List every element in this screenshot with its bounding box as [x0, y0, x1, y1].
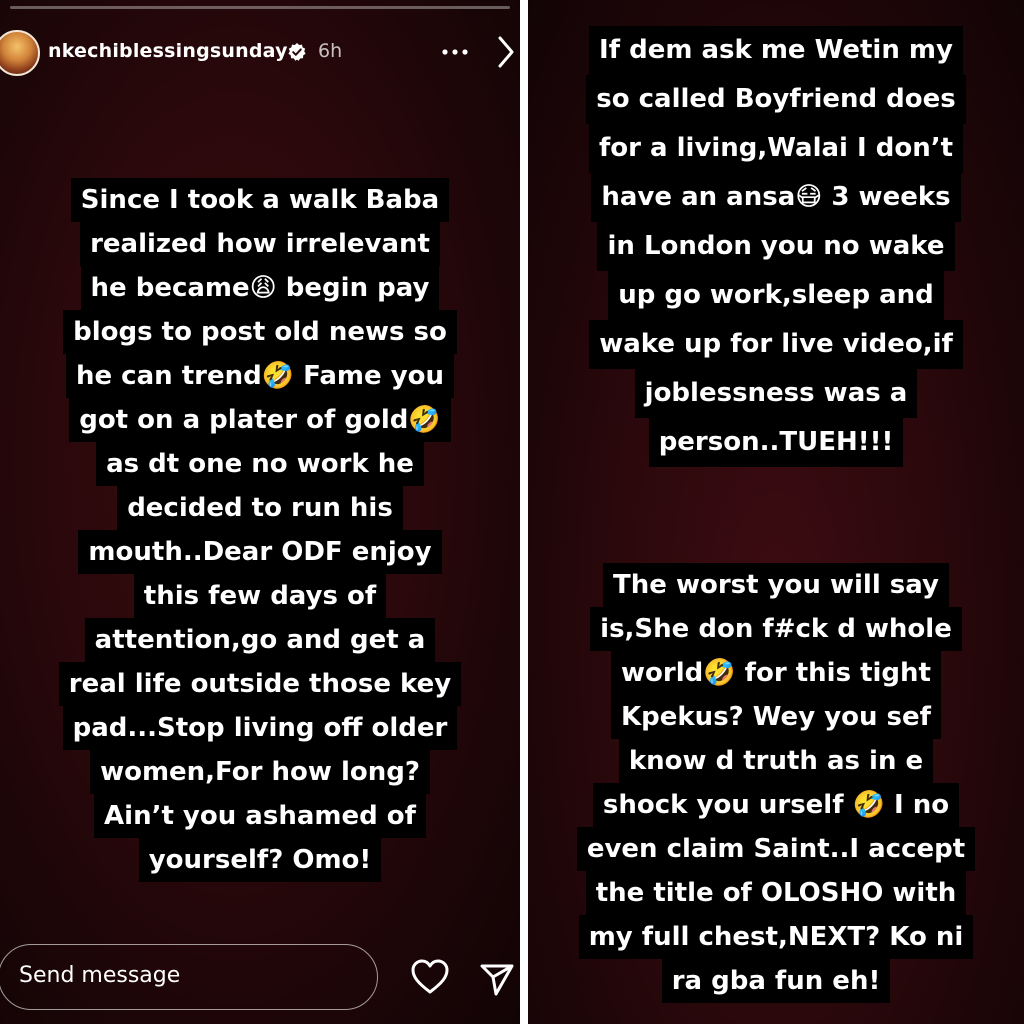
- story-caption: Since I took a walk Baba realized how irr…: [0, 178, 520, 882]
- send-message-placeholder: Send message: [19, 963, 181, 988]
- caption-line: women,For how long?: [90, 750, 430, 794]
- caption-line: for a living,Walai I don’t: [588, 124, 964, 173]
- caption-line: ra gba fun eh!: [661, 959, 891, 1003]
- caption-line: he can trend🤣 Fame you: [65, 354, 455, 398]
- story-caption-bottom: The worst you will say is,She don f#ck d …: [528, 563, 1024, 1003]
- chevron-right-icon[interactable]: [492, 34, 520, 70]
- verified-badge-icon: [288, 43, 306, 61]
- caption-line: got on a plater of gold🤣: [69, 398, 451, 442]
- caption-line: blogs to post old news so: [63, 310, 457, 354]
- caption-line: mouth..Dear ODF enjoy: [78, 530, 442, 574]
- caption-line: joblessness was a: [634, 369, 918, 418]
- caption-line: Kpekus? Wey you sef: [611, 695, 941, 739]
- caption-line: up go work,sleep and: [608, 271, 944, 320]
- caption-line: have an ansa😷 3 weeks: [591, 173, 961, 222]
- avatar[interactable]: [0, 30, 40, 76]
- caption-line: my full chest,NEXT? Ko ni: [578, 915, 974, 959]
- caption-line: so called Boyfriend does: [586, 75, 966, 124]
- caption-line: he became😩 begin pay: [80, 266, 440, 310]
- caption-line: attention,go and get a: [84, 618, 436, 662]
- caption-line: realized how irrelevant: [80, 222, 440, 266]
- story-caption-top: If dem ask me Wetin my so called Boyfrien…: [528, 26, 1024, 467]
- caption-line: Since I took a walk Baba: [70, 178, 450, 222]
- send-message-input[interactable]: Send message: [0, 944, 378, 1010]
- send-icon[interactable]: [476, 958, 516, 998]
- caption-line: decided to run his: [117, 486, 403, 530]
- caption-line: pad...Stop living off older: [62, 706, 458, 750]
- caption-line: is,She don f#ck d whole: [590, 607, 962, 651]
- caption-line: wake up for live video,if: [589, 320, 963, 369]
- caption-line: The worst you will say: [603, 563, 949, 607]
- more-options-icon[interactable]: [440, 42, 470, 62]
- heart-icon[interactable]: [410, 958, 450, 996]
- caption-line: even claim Saint..I accept: [576, 827, 976, 871]
- username[interactable]: nkechiblessingsunday: [48, 40, 288, 62]
- caption-line: real life outside those key: [58, 662, 462, 706]
- caption-line: this few days of: [133, 574, 387, 618]
- caption-line: shock you urself 🤣 I no: [592, 783, 960, 827]
- caption-line: yourself? Omo!: [138, 838, 382, 882]
- caption-line: the title of OLOSHO with: [585, 871, 967, 915]
- caption-line: know d truth as in e: [618, 739, 934, 783]
- post-time: 6h: [318, 40, 343, 62]
- caption-line: in London you no wake: [597, 222, 955, 271]
- caption-line: Ain’t you ashamed of: [94, 794, 426, 838]
- caption-line: If dem ask me Wetin my: [589, 26, 963, 75]
- caption-line: person..TUEH!!!: [648, 418, 904, 467]
- story-progress-bar: [10, 6, 510, 9]
- caption-line: as dt one no work he: [96, 442, 424, 486]
- caption-line: world🤣 for this tight: [611, 651, 941, 695]
